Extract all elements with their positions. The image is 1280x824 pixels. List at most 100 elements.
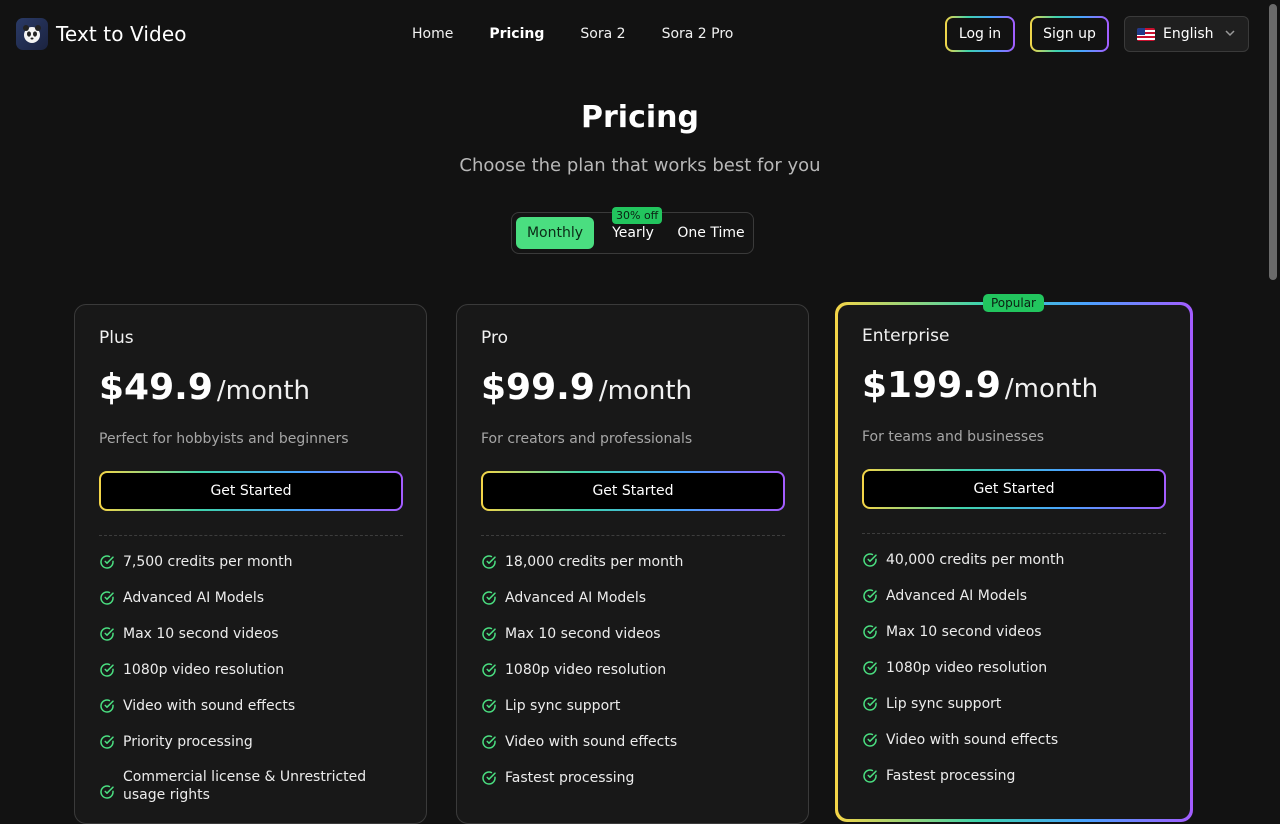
toggle-one-time[interactable]: One Time	[670, 217, 752, 249]
feature-item: 1080p video resolution	[99, 661, 403, 697]
plan-card-enterprise: Enterprise $199.9/month For teams and bu…	[835, 302, 1193, 822]
plan-price: $99.9/month	[481, 367, 692, 408]
toggle-monthly[interactable]: Monthly	[516, 217, 594, 249]
feature-item: Max 10 second videos	[862, 623, 1166, 659]
feature-item: 18,000 credits per month	[481, 553, 785, 589]
plan-name: Enterprise	[862, 326, 950, 346]
billing-toggle: Monthly Yearly One Time 30% off	[511, 207, 754, 254]
divider	[99, 535, 403, 536]
brand[interactable]: Text to Video	[16, 18, 187, 50]
get-started-button[interactable]: Get Started	[481, 471, 785, 511]
feature-text: Max 10 second videos	[123, 626, 279, 642]
check-circle-icon	[481, 698, 497, 714]
us-flag-icon	[1137, 27, 1155, 41]
language-select[interactable]: English	[1124, 16, 1249, 52]
feature-item: Priority processing	[99, 733, 403, 769]
feature-text: Video with sound effects	[505, 734, 678, 750]
cta-label: Get Started	[973, 481, 1055, 497]
page-scrollbar[interactable]	[1266, 0, 1280, 800]
feature-item: 7,500 credits per month	[99, 553, 403, 589]
login-label: Log in	[958, 26, 1002, 42]
brand-name: Text to Video	[56, 22, 187, 46]
get-started-button[interactable]: Get Started	[862, 469, 1166, 509]
popular-badge: Popular	[983, 294, 1044, 312]
feature-text: Fastest processing	[886, 768, 1016, 784]
check-circle-icon	[99, 784, 115, 800]
feature-text: Advanced AI Models	[123, 590, 265, 606]
cta-label: Get Started	[592, 483, 674, 499]
check-circle-icon	[481, 626, 497, 642]
check-circle-icon	[99, 662, 115, 678]
plan-name: Plus	[99, 328, 134, 348]
check-circle-icon	[862, 552, 878, 568]
price-amount: $49.9	[99, 367, 213, 408]
feature-text: Advanced AI Models	[886, 588, 1028, 604]
price-amount: $99.9	[481, 367, 595, 408]
plan-price: $199.9/month	[862, 365, 1098, 406]
price-period: /month	[598, 376, 693, 406]
feature-text: 1080p video resolution	[505, 662, 667, 678]
feature-text: 1080p video resolution	[886, 660, 1048, 676]
feature-text: Advanced AI Models	[505, 590, 647, 606]
nav-pricing[interactable]: Pricing	[489, 26, 544, 42]
feature-item: 1080p video resolution	[481, 661, 785, 697]
check-circle-icon	[862, 624, 878, 640]
cta-label: Get Started	[210, 483, 292, 499]
login-button[interactable]: Log in	[945, 16, 1015, 52]
feature-text: Commercial license & Unrestricted usage …	[123, 769, 367, 803]
price-period: /month	[216, 376, 311, 406]
feature-item: Video with sound effects	[862, 731, 1166, 767]
feature-item: Max 10 second videos	[481, 625, 785, 661]
get-started-button[interactable]: Get Started	[99, 471, 403, 511]
feature-list: 18,000 credits per month Advanced AI Mod…	[481, 553, 785, 805]
feature-item: Advanced AI Models	[481, 589, 785, 625]
language-label: English	[1163, 26, 1214, 42]
feature-text: 18,000 credits per month	[505, 554, 684, 570]
divider	[481, 535, 785, 536]
page-title: Pricing	[581, 100, 699, 135]
feature-text: Lip sync support	[886, 696, 1002, 712]
panda-logo-icon	[16, 18, 48, 50]
plan-price: $49.9/month	[99, 367, 310, 408]
check-circle-icon	[481, 770, 497, 786]
plan-description: Perfect for hobbyists and beginners	[99, 431, 349, 447]
feature-text: 1080p video resolution	[123, 662, 285, 678]
check-circle-icon	[862, 660, 878, 676]
check-circle-icon	[481, 662, 497, 678]
discount-badge: 30% off	[612, 207, 663, 224]
check-circle-icon	[99, 590, 115, 606]
feature-item: 40,000 credits per month	[862, 551, 1166, 587]
feature-text: Video with sound effects	[886, 732, 1059, 748]
check-circle-icon	[99, 554, 115, 570]
feature-item: Max 10 second videos	[99, 625, 403, 661]
chevron-down-icon	[1224, 27, 1236, 42]
nav-sora-2-pro[interactable]: Sora 2 Pro	[662, 26, 734, 42]
feature-list: 40,000 credits per month Advanced AI Mod…	[862, 551, 1166, 803]
feature-text: Max 10 second videos	[886, 624, 1042, 640]
feature-text: 7,500 credits per month	[123, 554, 293, 570]
feature-item: Lip sync support	[862, 695, 1166, 731]
feature-list: 7,500 credits per month Advanced AI Mode…	[99, 553, 403, 805]
page-subtitle: Choose the plan that works best for you	[459, 155, 821, 176]
check-circle-icon	[862, 732, 878, 748]
plan-name: Pro	[481, 328, 508, 348]
feature-item: Video with sound effects	[481, 733, 785, 769]
check-circle-icon	[481, 554, 497, 570]
check-circle-icon	[862, 696, 878, 712]
scrollbar-thumb[interactable]	[1269, 4, 1277, 280]
check-circle-icon	[481, 734, 497, 750]
price-amount: $199.9	[862, 365, 1001, 406]
feature-text: 40,000 credits per month	[886, 552, 1065, 568]
feature-text: Fastest processing	[505, 770, 635, 786]
nav-sora-2[interactable]: Sora 2	[580, 26, 625, 42]
feature-text: Lip sync support	[505, 698, 621, 714]
feature-item: Fastest processing	[862, 767, 1166, 803]
signup-button[interactable]: Sign up	[1030, 16, 1109, 52]
nav-home[interactable]: Home	[412, 26, 453, 42]
feature-text: Max 10 second videos	[505, 626, 661, 642]
feature-item: Video with sound effects	[99, 697, 403, 733]
plan-description: For creators and professionals	[481, 431, 693, 447]
price-period: /month	[1004, 374, 1099, 404]
plan-card-pro: Pro $99.9/month For creators and profess…	[456, 304, 809, 824]
check-circle-icon	[99, 626, 115, 642]
